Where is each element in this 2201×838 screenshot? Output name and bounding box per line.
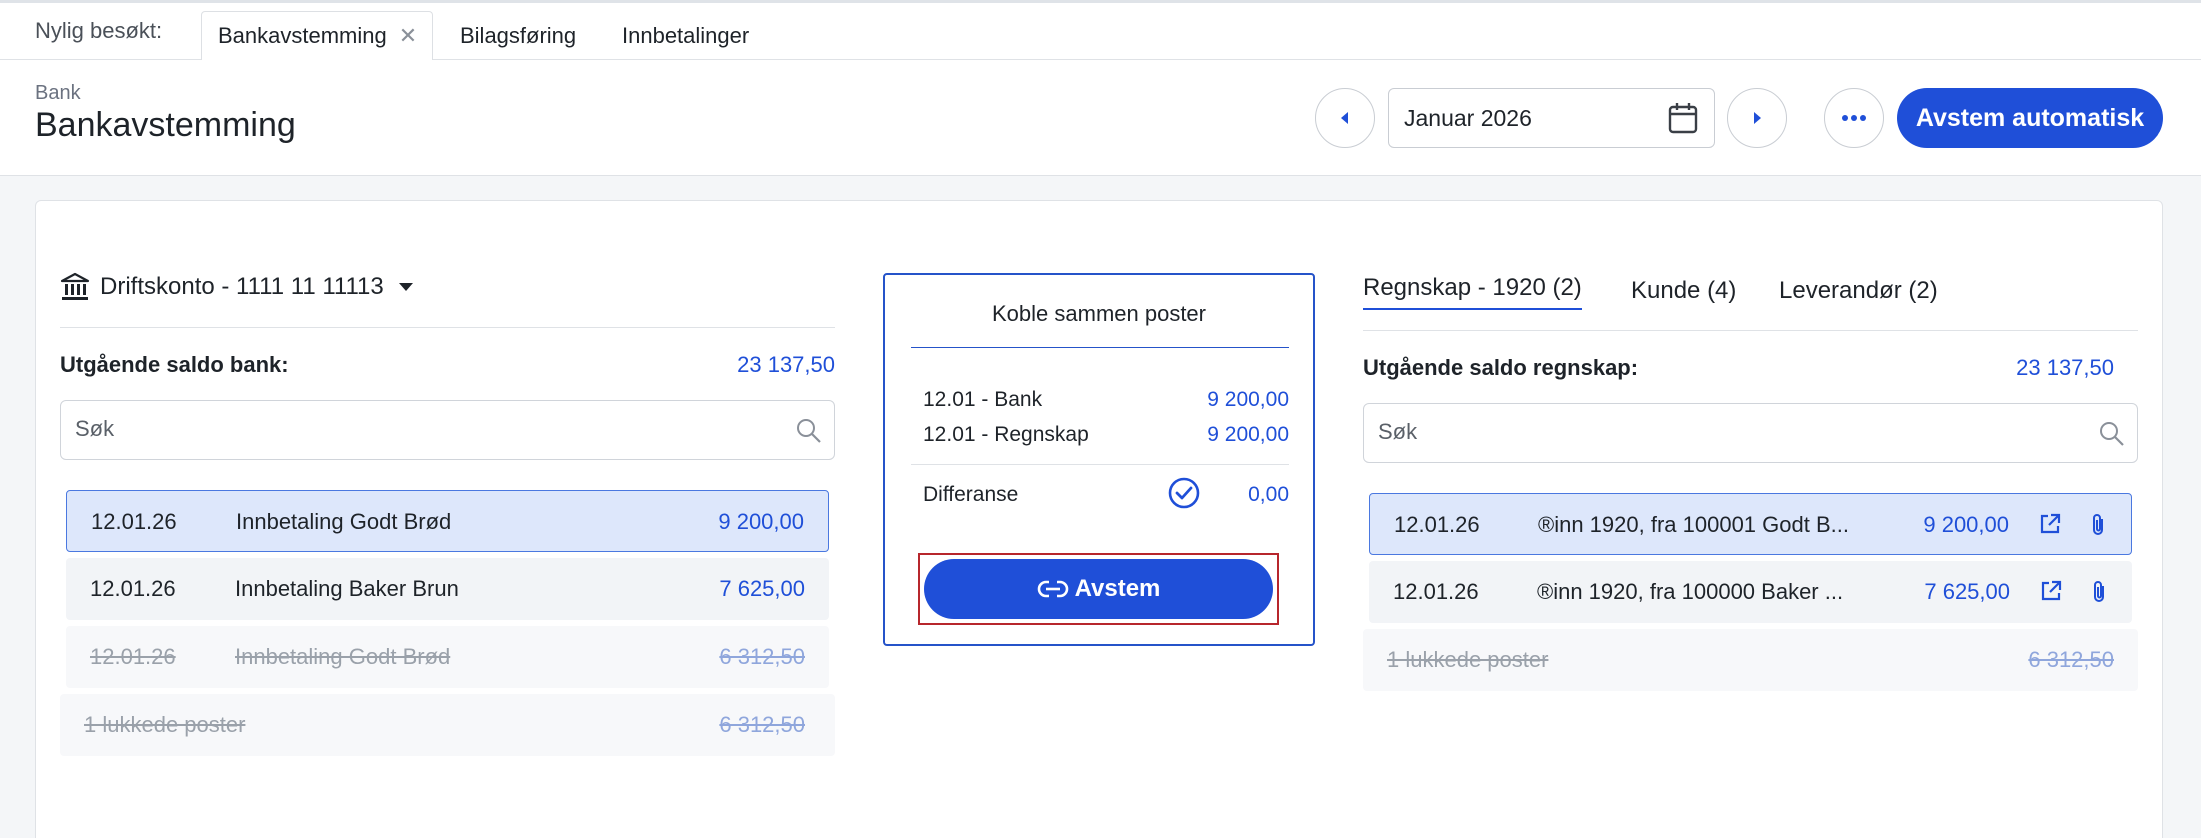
link-icon bbox=[1037, 580, 1068, 598]
close-icon[interactable]: ✕ bbox=[399, 23, 417, 49]
closed-label: 1 lukkede poster bbox=[84, 712, 246, 737]
row-amount: 6 312,50 bbox=[719, 644, 805, 669]
more-icon bbox=[1842, 115, 1866, 121]
ledger-row[interactable]: 12.01.26 ®inn 1920, fra 100001 Godt B...… bbox=[1369, 493, 2132, 555]
match-panel: Koble sammen poster 12.01 - Bank 9 200,0… bbox=[883, 273, 1315, 646]
match-line: 12.01 - Regnskap 9 200,00 bbox=[923, 423, 1289, 447]
bank-row[interactable]: 12.01.26 Innbetaling Godt Brød 9 200,00 bbox=[66, 490, 829, 552]
attachment-icon[interactable] bbox=[2090, 580, 2108, 604]
match-line-value: 9 200,00 bbox=[1207, 423, 1289, 446]
tab-regnskap[interactable]: Regnskap - 1920 (2) bbox=[1363, 274, 1582, 310]
reconcile-button-label: Avstem bbox=[1074, 575, 1161, 602]
open-external-icon[interactable] bbox=[2039, 513, 2061, 535]
tab-label: Innbetalinger bbox=[622, 23, 750, 48]
match-line: 12.01 - Bank 9 200,00 bbox=[923, 388, 1289, 412]
auto-reconcile-button[interactable]: Avstem automatisk bbox=[1897, 88, 2163, 148]
difference-label: Differanse bbox=[923, 483, 1019, 506]
calendar-icon[interactable] bbox=[1668, 102, 1698, 134]
tab-leverandor[interactable]: Leverandør (2) bbox=[1779, 277, 1938, 305]
bank-search[interactable] bbox=[60, 400, 835, 460]
match-line-label: 12.01 - Regnskap bbox=[923, 423, 1089, 446]
row-amount: 7 625,00 bbox=[719, 576, 805, 601]
difference-row: Differanse 0,00 bbox=[923, 477, 1289, 509]
reconcile-button[interactable]: Avstem bbox=[924, 559, 1273, 619]
account-name: Driftskonto - 1111 11 11113 bbox=[100, 273, 384, 300]
closed-amount: 6 312,50 bbox=[2028, 647, 2114, 672]
match-line-label: 12.01 - Bank bbox=[923, 388, 1043, 411]
tab-bilagsforing[interactable]: Bilagsføring bbox=[460, 11, 576, 61]
row-amount: 9 200,00 bbox=[718, 509, 804, 534]
bank-saldo-value: 23 137,50 bbox=[737, 352, 835, 377]
bank-search-input[interactable] bbox=[75, 416, 694, 442]
tab-bankavstemming[interactable]: Bankavstemming ✕ bbox=[201, 11, 433, 61]
closed-amount: 6 312,50 bbox=[719, 712, 805, 737]
divider bbox=[911, 464, 1289, 465]
ledger-search[interactable] bbox=[1363, 403, 2138, 463]
match-title: Koble sammen poster bbox=[992, 301, 1206, 326]
row-text: Innbetaling Godt Brød bbox=[235, 644, 451, 669]
row-amount: 9 200,00 bbox=[1923, 512, 2009, 537]
breadcrumb[interactable]: Bank bbox=[35, 82, 81, 105]
period-value: Januar 2026 bbox=[1404, 104, 1532, 131]
next-period-button[interactable] bbox=[1727, 88, 1787, 148]
recent-label: Nylig besøkt: bbox=[35, 18, 163, 43]
match-line-value: 9 200,00 bbox=[1207, 388, 1289, 411]
bank-icon bbox=[60, 272, 90, 300]
closed-label: 1 lukkede poster bbox=[1387, 647, 1549, 672]
search-icon[interactable] bbox=[2097, 419, 2127, 449]
closed-items-summary[interactable]: 1 lukkede poster 6 312,50 bbox=[60, 694, 835, 756]
ledger-saldo-value: 23 137,50 bbox=[2016, 355, 2114, 380]
tab-label: Bankavstemming bbox=[218, 23, 387, 48]
recent-tabbar: Nylig besøkt: Bankavstemming ✕ Bilagsfør… bbox=[0, 3, 2201, 61]
divider bbox=[60, 327, 835, 328]
attachment-icon[interactable] bbox=[2089, 513, 2107, 537]
more-options-button[interactable] bbox=[1824, 88, 1884, 148]
page-title: Bankavstemming bbox=[35, 106, 296, 144]
divider bbox=[1363, 330, 2138, 331]
row-date: 12.01.26 bbox=[1393, 579, 1479, 604]
row-text: Innbetaling Baker Brun bbox=[235, 576, 459, 601]
open-external-icon[interactable] bbox=[2040, 580, 2062, 602]
row-date: 12.01.26 bbox=[90, 644, 176, 669]
row-date: 12.01.26 bbox=[1394, 512, 1480, 537]
row-date: 12.01.26 bbox=[90, 576, 176, 601]
search-icon[interactable] bbox=[794, 416, 824, 446]
row-amount: 7 625,00 bbox=[1924, 579, 2010, 604]
ledger-search-input[interactable] bbox=[1378, 419, 1997, 445]
closed-items-summary[interactable]: 1 lukkede poster 6 312,50 bbox=[1363, 629, 2138, 691]
row-text: ®inn 1920, fra 100001 Godt B... bbox=[1538, 512, 1849, 537]
page-header: Bank Bankavstemming Januar 2026 Avstem a… bbox=[0, 60, 2201, 176]
period-picker[interactable]: Januar 2026 bbox=[1388, 88, 1715, 148]
tab-innbetalinger[interactable]: Innbetalinger bbox=[622, 11, 749, 61]
chevron-left-icon bbox=[1341, 112, 1348, 124]
row-text: Innbetaling Godt Brød bbox=[236, 509, 452, 534]
row-date: 12.01.26 bbox=[91, 509, 177, 534]
check-circle-icon bbox=[1168, 477, 1200, 509]
prev-period-button[interactable] bbox=[1315, 88, 1375, 148]
caret-down-icon bbox=[398, 283, 413, 291]
row-text: ®inn 1920, fra 100000 Baker ... bbox=[1537, 579, 1844, 604]
bank-row[interactable]: 12.01.26 Innbetaling Baker Brun 7 625,00 bbox=[66, 558, 829, 620]
account-selector[interactable]: Driftskonto - 1111 11 11113 bbox=[60, 272, 414, 302]
tab-label: Bilagsføring bbox=[460, 23, 577, 48]
ledger-row[interactable]: 12.01.26 ®inn 1920, fra 100000 Baker ...… bbox=[1369, 561, 2132, 623]
ledger-saldo-label: Utgående saldo regnskap: bbox=[1363, 355, 1639, 380]
focus-outline: Avstem bbox=[918, 553, 1279, 625]
bank-saldo-label: Utgående saldo bank: bbox=[60, 352, 289, 377]
chevron-right-icon bbox=[1754, 112, 1761, 124]
bank-row-closed[interactable]: 12.01.26 Innbetaling Godt Brød 6 312,50 bbox=[66, 626, 829, 688]
tab-kunde[interactable]: Kunde (4) bbox=[1631, 277, 1736, 305]
difference-value: 0,00 bbox=[1248, 483, 1289, 506]
divider bbox=[911, 347, 1289, 348]
